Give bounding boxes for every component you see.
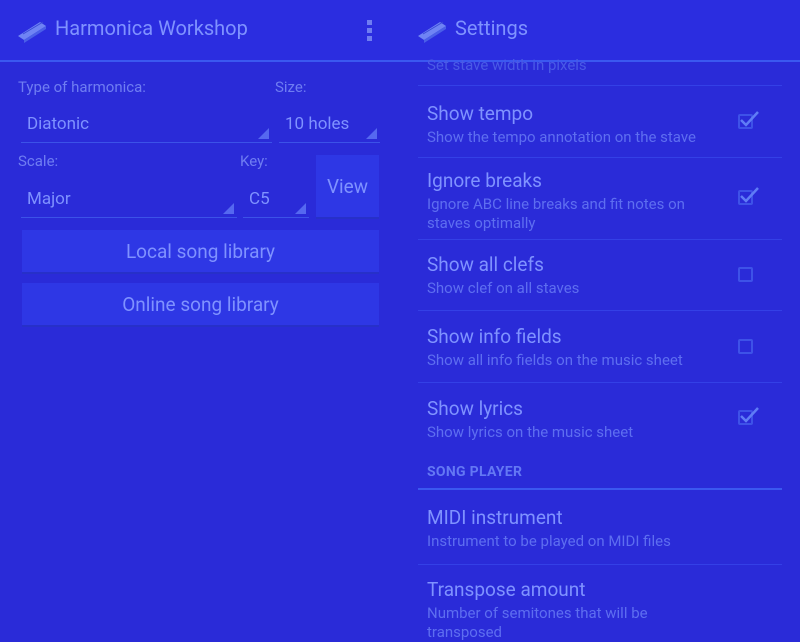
settings-action-bar: Settings [400,0,800,62]
show-all-clefs-checkbox[interactable] [738,267,753,282]
app-title: Harmonica Workshop [55,16,248,40]
ignore-breaks-checkbox[interactable] [738,187,759,205]
pref-summary: Show all info fields on the music sheet [427,351,683,369]
dropdown-arrow-icon [295,203,306,214]
size-label: Size: [275,78,307,96]
key-label: Key: [240,152,268,170]
checkmark-icon [740,111,759,127]
show-tempo-checkbox[interactable] [738,111,759,129]
pref-show-lyrics[interactable]: Show lyrics Show lyrics on the music she… [418,383,782,453]
pref-show-all-clefs[interactable]: Show all clefs Show clef on all staves [418,240,782,311]
scale-value: Major [27,189,71,209]
show-lyrics-checkbox[interactable] [738,407,759,425]
pref-title: Show tempo [427,102,534,125]
pref-show-info-fields[interactable]: Show info fields Show all info fields on… [418,311,782,383]
harmonica-workshop-pane: Harmonica Workshop Type of harmonica: Si… [0,0,400,638]
settings-title: Settings [455,16,529,40]
harmonica-type-value: Diatonic [27,114,90,134]
pref-midi-instrument[interactable]: MIDI instrument Instrument to be played … [418,494,782,565]
pref-title: Show info fields [427,325,562,348]
show-info-fields-checkbox[interactable] [738,339,753,354]
harmonica-type-spinner[interactable]: Diatonic [21,105,272,143]
harmonica-app-icon [18,21,46,43]
pref-ignore-breaks[interactable]: Ignore breaks Ignore ABC line breaks and… [418,158,782,240]
pref-title: Ignore breaks [427,169,542,192]
overflow-menu-icon[interactable] [362,18,376,44]
stave-width-summary: Set stave width in pixels [427,56,587,74]
pref-show-tempo[interactable]: Show tempo Show the tempo annotation on … [418,86,782,158]
size-spinner[interactable]: 10 holes [279,105,380,143]
pref-title: MIDI instrument [427,506,563,529]
checkmark-icon [740,407,759,423]
section-divider [418,488,782,490]
dropdown-arrow-icon [223,203,234,214]
pref-transpose-amount[interactable]: Transpose amount Number of semitones tha… [418,565,782,641]
local-song-library-button[interactable]: Local song library [22,230,379,274]
settings-pane: Settings Set stave width in pixels Show … [400,0,800,641]
scale-spinner[interactable]: Major [21,180,237,218]
pref-summary: Show the tempo annotation on the stave [427,128,696,146]
pref-summary: Ignore ABC line breaks and fit notes on … [427,195,685,232]
pref-title: Show all clefs [427,253,544,276]
key-value: C5 [249,189,270,209]
harmonica-app-icon[interactable] [416,18,448,44]
dropdown-arrow-icon [258,128,269,139]
pref-title: Transpose amount [427,578,586,601]
key-spinner[interactable]: C5 [243,180,309,218]
pref-summary: Number of semitones that will be transpo… [427,604,648,641]
pref-summary: Instrument to be played on MIDI files [427,532,671,550]
online-song-library-button[interactable]: Online song library [22,283,379,327]
size-value: 10 holes [285,114,350,134]
scale-label: Scale: [18,152,59,170]
view-button[interactable]: View [316,155,379,219]
dropdown-arrow-icon [366,128,377,139]
song-player-section-header: SONG PLAYER [427,464,523,480]
action-bar: Harmonica Workshop [0,0,400,62]
pref-summary: Show clef on all staves [427,279,580,297]
checkmark-icon [740,187,759,203]
harmonica-type-label: Type of harmonica: [18,78,146,96]
pref-summary: Show lyrics on the music sheet [427,423,634,441]
pref-title: Show lyrics [427,397,523,420]
